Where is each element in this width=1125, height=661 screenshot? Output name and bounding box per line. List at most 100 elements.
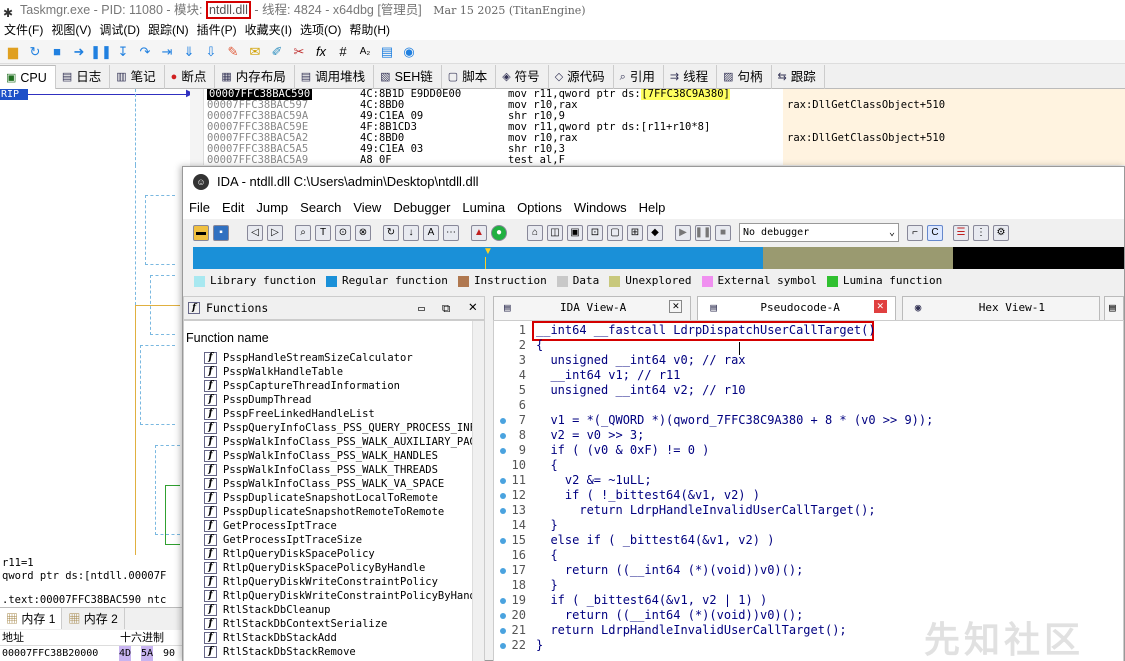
function-list-item[interactable]: f PsspQueryInfoClass_PSS_QUERY_PROCESS_IN… [204,421,472,435]
code-line[interactable]: 17 return ((__int64 (*)(void))v0)(); [494,563,804,578]
list-icon[interactable]: ☰ [953,224,969,241]
pause-icon[interactable]: ❚❚ [90,44,112,60]
menu-item[interactable]: 视图(V) [51,23,91,37]
run-to-user-code-icon[interactable]: ⇓ [181,44,197,60]
ida-menu-item[interactable]: Options [517,200,562,215]
label-icon[interactable]: ✐ [269,44,285,60]
code-line[interactable]: 6 [494,398,536,413]
close-tab-icon[interactable]: ✕ [873,300,887,313]
function-list-item[interactable]: f PsspWalkInfoClass_PSS_WALK_HANDLES [204,449,472,463]
attach-icon[interactable]: C [927,224,943,241]
code-line[interactable]: 4 __int64 v1; // r11 [494,368,681,383]
tab-memory-2[interactable]: ▦ 内存 2 [62,608,125,629]
code-line[interactable]: 14 } [494,518,558,533]
breakpoint-toggle-icon[interactable]: ⌂ [527,224,543,241]
menu-item[interactable]: 调试(D) [99,23,140,37]
code-line[interactable]: 16 { [494,548,558,563]
menu-item[interactable]: 收藏夹(I) [245,23,292,37]
function-icon[interactable]: fx [313,44,329,60]
function-list-item[interactable]: f PsspDuplicateSnapshotRemoteToRemote [204,505,472,519]
code-line[interactable]: 10 { [494,458,558,473]
code-line[interactable]: 19 if ( _bittest64(&v1, v2 | 1) ) [494,593,768,608]
tab-threads[interactable]: ⇉ 线程 [664,65,718,89]
ida-menu-item[interactable]: Jump [256,200,288,215]
function-list-item[interactable]: f PsspHandleStreamSizeCalculator [204,351,472,365]
strings-icon[interactable]: A₂ [357,44,373,60]
tab-handles[interactable]: ▨ 句柄 [717,65,772,89]
struct-icon[interactable]: ⊡ [587,224,603,241]
functions-scrollbar[interactable] [472,321,484,661]
warning-icon[interactable]: ▲ [471,224,487,241]
code-line[interactable]: 12 if ( !_bittest64(&v1, v2) ) [494,488,760,503]
stop-icon[interactable]: ■ [49,44,65,60]
tab-hex-view-1[interactable]: ◉ Hex View-1 [901,296,1101,320]
name-icon[interactable]: ⊞ [627,224,643,241]
code-line[interactable]: 7 v1 = *(_QWORD *)(qword_7FFC38C9A380 + … [494,413,934,428]
navigation-band[interactable]: ▼ [193,247,1124,269]
function-list-item[interactable]: f PsspDuplicateSnapshotLocalToRemote [204,491,472,505]
refresh-icon[interactable]: ↻ [383,224,399,241]
calculator-icon[interactable]: ▤ [379,44,395,60]
step-icon[interactable]: ⌐ [907,224,923,241]
tab-breakpoint[interactable]: ● 断点 [165,65,216,89]
function-list-item[interactable]: f RtlpQueryDiskWriteConstraintPolicyByHan… [204,589,472,603]
function-list-item[interactable]: f PsspDumpThread [204,393,472,407]
tab-source[interactable]: ◇ 源代码 [549,65,614,89]
function-list-item[interactable]: f PsspCaptureThreadInformation [204,379,472,393]
menu-item[interactable]: 帮助(H) [349,23,390,37]
debugger-select[interactable]: No debugger ⌄ [739,223,899,242]
code-line[interactable]: 8 v2 = v0 >> 3; [494,428,645,443]
tab-script[interactable]: ▢ 脚本 [442,65,497,89]
disassembly-view[interactable]: RIP ▶ 00007FFC38BAC5904C:8B1D E9DD0E00mo… [0,88,1125,166]
back-icon[interactable]: ◁ [247,224,263,241]
jump-down-icon[interactable]: ↓ [403,224,419,241]
green-circle-icon[interactable]: ● [491,224,507,241]
settings-icon[interactable]: ⚙ [993,224,1009,241]
function-list-item[interactable]: f PsspWalkHandleTable [204,365,472,379]
execute-till-return-icon[interactable]: ⇥ [159,44,175,60]
function-list-item[interactable]: f GetProcessIptTrace [204,519,472,533]
memory-dump-row[interactable]: 00007FFC38B20000 4D 5A 90 [0,646,183,661]
tab-cpu[interactable]: ▣ CPU [0,65,56,89]
text-view-icon[interactable]: A [423,224,439,241]
restart-icon[interactable]: ↻ [27,44,43,60]
function-list-item[interactable]: f RtlStackDbStackRemove [204,645,472,659]
tab-pseudocode-a[interactable]: ▤ Pseudocode-A ✕ [697,296,896,320]
enum-icon[interactable]: ▢ [607,224,623,241]
play-icon[interactable]: ▶ [675,224,691,241]
props-icon[interactable]: ⋮ [973,224,989,241]
search-text-icon[interactable]: T [315,224,331,241]
ida-menu-item[interactable]: View [353,200,381,215]
tab-memory-map[interactable]: ▦ 内存布局 [215,65,295,89]
code-line[interactable]: 21 return LdrpHandleInvalidUserCallTarge… [494,623,847,638]
search-icon[interactable]: ⌕ [295,224,311,241]
hash-icon[interactable]: # [335,44,351,60]
ida-menu-item[interactable]: Windows [574,200,627,215]
tab-ida-view-a[interactable]: ▤ IDA View-A ✕ [493,296,692,320]
function-list-item[interactable]: f RtlStackDbStackAdd [204,631,472,645]
stop-debug-icon[interactable]: ■ [715,224,731,241]
function-list-item[interactable]: f PsspWalkInfoClass_PSS_WALK_THREADS [204,463,472,477]
tab-references[interactable]: ⌕ 引用 [614,65,664,89]
graph-view-icon[interactable]: ⋯ [443,224,459,241]
ida-menu-item[interactable]: Edit [222,200,244,215]
code-line[interactable]: 15 else if ( _bittest64(&v1, v2) ) [494,533,775,548]
function-list-item[interactable]: f RtlStackDbCleanup [204,603,472,617]
segment-icon[interactable]: ▣ [567,224,583,241]
close-tab-icon[interactable]: ✕ [669,300,683,313]
code-line[interactable]: 13 return LdrpHandleInvalidUserCallTarge… [494,503,876,518]
function-list-item[interactable]: f RtlpQueryDiskWriteConstraintPolicy [204,575,472,589]
patch-icon[interactable]: ✎ [225,44,241,60]
search-immediate-icon[interactable]: ⊙ [335,224,351,241]
trace-icon[interactable]: ◫ [547,224,563,241]
ida-menu-item[interactable]: Debugger [393,200,450,215]
code-line[interactable]: 18 } [494,578,558,593]
ida-window[interactable]: ☺ IDA - ntdll.dll C:\Users\admin\Desktop… [182,166,1125,661]
ida-menu-item[interactable]: Help [639,200,666,215]
code-line[interactable]: 2{ [494,338,543,353]
animate-icon[interactable]: ⇩ [203,44,219,60]
function-list-item[interactable]: f PsspWalkInfoClass_PSS_WALK_AUXILIARY_PA… [204,435,472,449]
function-list-item[interactable]: f PsspWalkInfoClass_PSS_WALK_VA_SPACE [204,477,472,491]
code-line[interactable]: 9 if ( (v0 & 0xF) != 0 ) [494,443,710,458]
ida-menu-item[interactable]: File [189,200,210,215]
